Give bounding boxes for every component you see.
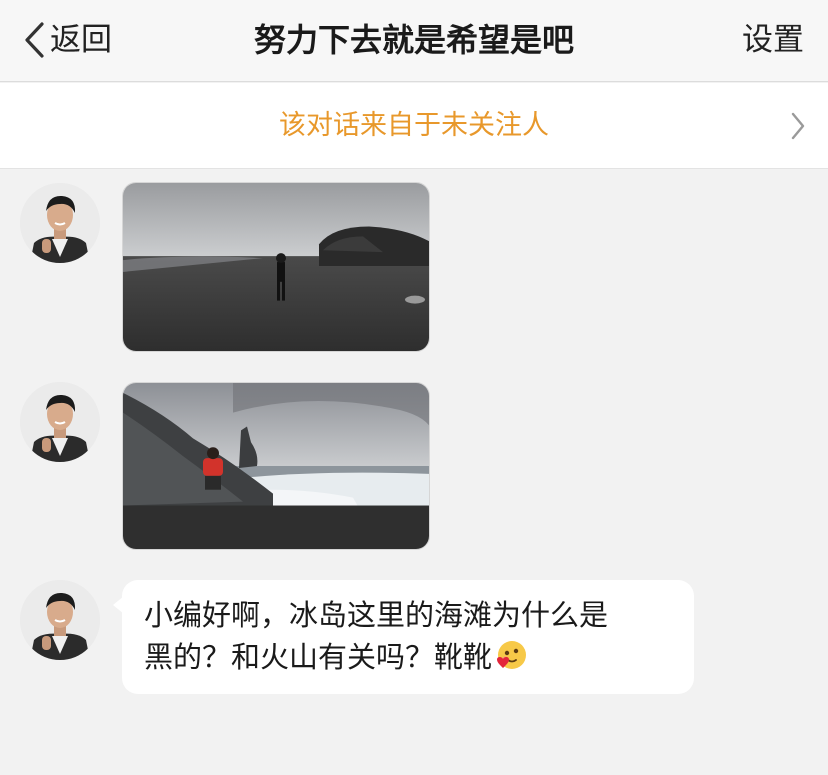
- back-button[interactable]: 返回: [22, 18, 112, 62]
- photo-rocky-shore-icon: [123, 383, 429, 549]
- avatar-portrait-icon: [20, 580, 100, 660]
- page-title: 努力下去就是希望是吧: [253, 21, 574, 59]
- avatar-portrait-icon: [20, 183, 100, 263]
- image-message-rocky-shore[interactable]: [122, 382, 430, 550]
- message-text-line-2: 黑的？和火山有关吗？靴靴: [144, 636, 672, 678]
- smiling-face-with-heart-icon: [494, 639, 528, 673]
- stranger-notice-banner[interactable]: 该对话来自于未关注人: [0, 83, 828, 169]
- settings-button[interactable]: 设置: [742, 18, 804, 62]
- avatar[interactable]: [20, 183, 100, 263]
- avatar[interactable]: [20, 382, 100, 462]
- stranger-notice-text: 该对话来自于未关注人: [279, 110, 549, 141]
- photo-black-sand-beach-icon: [123, 183, 429, 351]
- chevron-right-icon: [791, 112, 805, 140]
- image-message-beach[interactable]: [122, 182, 430, 352]
- text-message-bubble[interactable]: 小编好啊，冰岛这里的海滩为什么是 黑的？和火山有关吗？靴靴: [113, 580, 694, 694]
- message-text-line-1: 小编好啊，冰岛这里的海滩为什么是: [144, 598, 609, 632]
- avatar[interactable]: [20, 580, 100, 660]
- message-text-line-2-content: 黑的？和火山有关吗？靴靴: [144, 640, 493, 674]
- back-label: 返回: [50, 22, 112, 58]
- nav-bar: 返回 努力下去就是希望是吧 设置: [0, 0, 828, 82]
- chevron-left-icon: [25, 22, 44, 58]
- avatar-portrait-icon: [20, 382, 100, 462]
